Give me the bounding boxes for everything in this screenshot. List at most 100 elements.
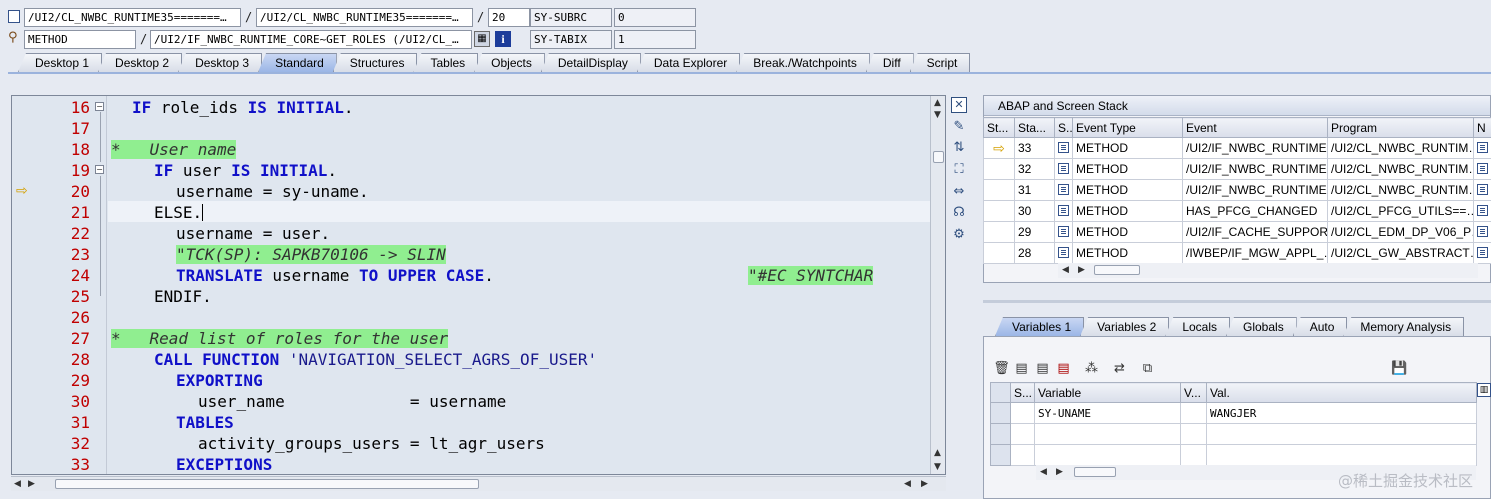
variable-name[interactable] (1034, 423, 1181, 445)
services-icon[interactable]: ☊ (951, 205, 967, 221)
col-event-type[interactable]: Event Type (1072, 117, 1183, 138)
tab-objects[interactable]: Objects (474, 53, 545, 72)
col-program[interactable]: Program (1327, 117, 1474, 138)
scroll-thumb[interactable] (1074, 467, 1116, 477)
col-stack-indicator[interactable]: St... (983, 117, 1015, 138)
row-selector[interactable] (990, 402, 1011, 424)
row-selector[interactable] (990, 444, 1011, 466)
tab-auto[interactable]: Auto (1292, 317, 1348, 336)
scroll-left-icon[interactable]: ◀ (904, 479, 911, 489)
event-name-field[interactable]: /UI2/IF_NWBC_RUNTIME_CORE~GET_ROLES (/UI… (150, 30, 472, 49)
scroll-right-icon[interactable]: ▶ (1056, 467, 1063, 477)
scroll-up-icon[interactable]: ▲ (934, 98, 941, 108)
row-selector[interactable] (990, 423, 1011, 445)
scroll-left-icon[interactable]: ◀ (14, 479, 21, 489)
info-icon[interactable]: i (495, 31, 511, 47)
variable-value[interactable] (1206, 423, 1477, 445)
scroll-right-icon[interactable]: ▶ (921, 479, 928, 489)
col-n[interactable]: N (1473, 117, 1491, 138)
line-number-field[interactable]: 20 (488, 8, 530, 27)
nav-icon[interactable] (1473, 242, 1491, 264)
event-type-field[interactable]: METHOD (24, 30, 136, 49)
fold-toggle-icon[interactable]: − (95, 165, 104, 174)
settings-icon[interactable]: ⚙ (951, 227, 967, 243)
transfer-icon[interactable]: ⇄ (1111, 360, 1128, 377)
col-var-s[interactable]: S... (1010, 382, 1035, 403)
column-settings-icon[interactable]: ▥ (1477, 383, 1491, 397)
col-var-v[interactable]: V... (1180, 382, 1207, 403)
scroll-left-icon[interactable]: ◀ (1062, 265, 1069, 275)
tab-data-explorer[interactable]: Data Explorer (636, 53, 741, 72)
scroll-thumb[interactable] (55, 479, 479, 489)
swap-tool-icon[interactable]: ⇅ (951, 140, 967, 156)
scroll-up-icon[interactable]: ▲ (934, 448, 941, 458)
scroll-right-icon[interactable]: ▶ (28, 479, 35, 489)
nav-icon[interactable] (1473, 158, 1491, 180)
hierarchy-icon[interactable]: ⁂ (1083, 360, 1100, 377)
variable-tool-3-icon[interactable]: ▤ (1055, 360, 1072, 377)
include-field[interactable]: /UI2/CL_NWBC_RUNTIME35=======… (256, 8, 473, 27)
table-row[interactable]: 28 METHOD /IWBEP/IF_MGW_APPL_… /UI2/CL_G… (983, 242, 1491, 264)
col-event[interactable]: Event (1182, 117, 1328, 138)
col-value[interactable]: Val. (1206, 382, 1477, 403)
variable-tool-2-icon[interactable]: ▤ (1034, 360, 1051, 377)
variable-value[interactable]: WANGJER (1206, 402, 1477, 424)
scroll-right-icon[interactable]: ▶ (1078, 265, 1085, 275)
nav-icon[interactable] (1473, 179, 1491, 201)
tab-desktop-3[interactable]: Desktop 3 (178, 53, 263, 72)
tab-detaildisplay[interactable]: DetailDisplay (540, 53, 641, 72)
resize-horizontal-icon[interactable]: ⇔ (951, 184, 967, 200)
delete-icon[interactable]: 🗑 (993, 360, 1010, 377)
code-line-33: EXCEPTIONS (176, 455, 273, 474)
tab-script[interactable]: Script (909, 53, 971, 72)
table-row[interactable]: 30 METHOD HAS_PFCG_CHANGED /UI2/CL_PFCG_… (983, 200, 1491, 222)
new-tool-icon[interactable]: ✎ (951, 119, 967, 135)
editor-horizontal-scrollbar[interactable]: ◀ ▶ ◀ ▶ (11, 476, 946, 491)
editor-vertical-scrollbar[interactable]: ▲ ▼ ▲ ▼ (930, 96, 945, 474)
variable-value[interactable] (1206, 444, 1477, 466)
splitter[interactable] (983, 300, 1491, 303)
fold-toggle-icon[interactable]: − (95, 102, 104, 111)
nav-icon[interactable] (1473, 221, 1491, 243)
tab-tables[interactable]: Tables (413, 53, 479, 72)
tab-structures[interactable]: Structures (332, 53, 418, 72)
nav-icon[interactable] (1473, 137, 1491, 159)
maximize-icon[interactable]: ⛶ (951, 162, 967, 178)
scroll-thumb[interactable] (933, 151, 944, 163)
scroll-left-icon[interactable]: ◀ (1040, 467, 1047, 477)
scroll-thumb[interactable] (1094, 265, 1140, 275)
variable-name[interactable]: SY-UNAME (1034, 402, 1181, 424)
nav-icon[interactable] (1473, 200, 1491, 222)
display-icon[interactable]: ▦ (474, 31, 490, 47)
table-row[interactable] (990, 444, 1477, 466)
tab-diff[interactable]: Diff (865, 53, 914, 72)
table-row[interactable]: 32 METHOD /UI2/IF_NWBC_RUNTIME… /UI2/CL_… (983, 158, 1491, 180)
table-row[interactable]: SY-UNAME WANGJER (990, 402, 1477, 424)
tab-variables-2[interactable]: Variables 2 (1080, 317, 1170, 336)
stack-horizontal-scrollbar[interactable]: ◀ ▶ (1058, 263, 1478, 278)
source-code-editor[interactable]: 16 17 18 19 20 21 22 23 24 25 26 27 28 2… (11, 95, 946, 475)
col-stack-s[interactable]: S.. (1054, 117, 1073, 138)
scroll-down-icon[interactable]: ▼ (934, 462, 941, 472)
table-row[interactable]: 29 METHOD /UI2/IF_CACHE_SUPPOR… /UI2/CL_… (983, 221, 1491, 243)
tab-breakpoints[interactable]: Break./Watchpoints (736, 53, 870, 72)
variable-tool-1-icon[interactable]: ▤ (1013, 360, 1030, 377)
tab-standard[interactable]: Standard (258, 53, 337, 72)
tab-globals[interactable]: Globals (1226, 317, 1297, 336)
variable-name[interactable] (1034, 444, 1181, 466)
close-icon[interactable]: ✕ (951, 97, 967, 113)
col-stack-level[interactable]: Sta... (1014, 117, 1055, 138)
table-row[interactable]: ⇨ 33 METHOD /UI2/IF_NWBC_RUNTIME… /UI2/C… (983, 137, 1491, 159)
tab-locals[interactable]: Locals (1165, 317, 1230, 336)
tab-desktop-1[interactable]: Desktop 1 (18, 53, 103, 72)
col-variable[interactable]: Variable (1034, 382, 1181, 403)
table-row[interactable]: 31 METHOD /UI2/IF_NWBC_RUNTIME… /UI2/CL_… (983, 179, 1491, 201)
table-row[interactable] (990, 423, 1477, 445)
tab-memory-analysis[interactable]: Memory Analysis (1343, 317, 1465, 336)
tab-variables-1[interactable]: Variables 1 (995, 317, 1085, 336)
main-program-field[interactable]: /UI2/CL_NWBC_RUNTIME35=======… (24, 8, 241, 27)
save-icon[interactable]: 💾 (1391, 360, 1408, 377)
scroll-down-icon[interactable]: ▼ (934, 110, 941, 120)
tab-desktop-2[interactable]: Desktop 2 (98, 53, 183, 72)
copy-icon[interactable]: ⧉ (1139, 360, 1156, 377)
